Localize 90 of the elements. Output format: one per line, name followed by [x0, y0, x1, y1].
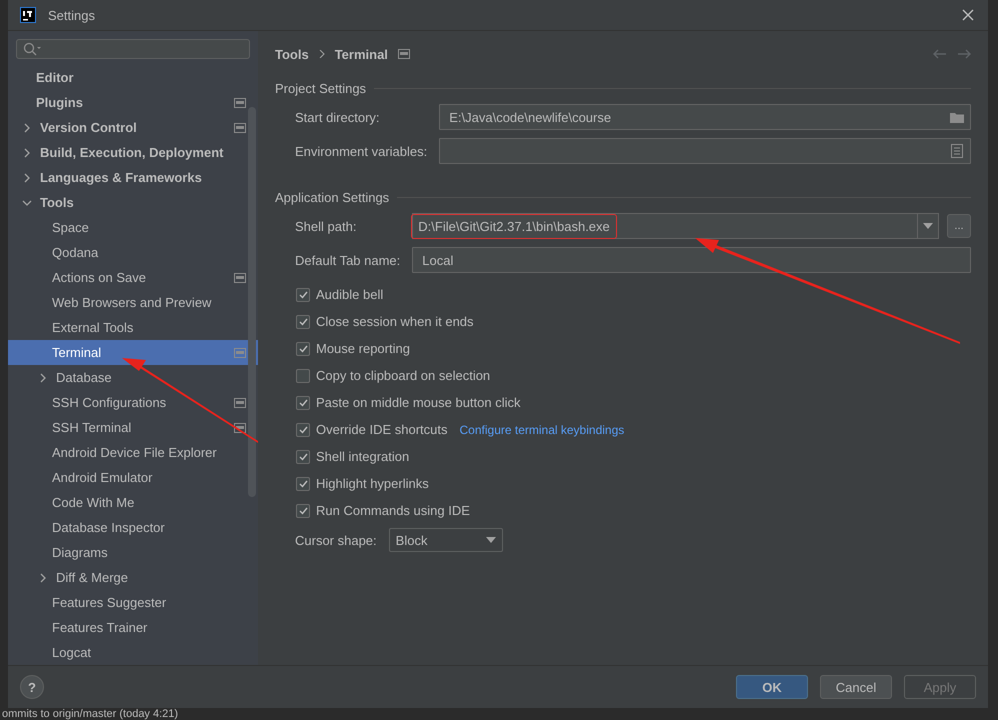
- search-field[interactable]: [16, 39, 250, 59]
- sidebar-item[interactable]: Space: [8, 215, 258, 240]
- dialog-button[interactable]: OK: [736, 675, 808, 699]
- sidebar-item[interactable]: Code With Me: [8, 490, 258, 515]
- sidebar-item[interactable]: Version Control: [8, 115, 258, 140]
- checkbox[interactable]: [296, 396, 310, 410]
- field-label: Start directory:: [295, 110, 381, 124]
- checkbox[interactable]: [296, 288, 310, 302]
- chevron-right-icon[interactable]: [22, 172, 32, 182]
- input-field[interactable]: [439, 138, 971, 164]
- sidebar-item[interactable]: Plugins: [8, 90, 258, 115]
- checkmark-icon: [298, 290, 308, 298]
- checkmark-icon: [298, 344, 308, 352]
- section-title: Project Settings: [275, 81, 366, 96]
- dialog-button[interactable]: Cancel: [820, 675, 892, 699]
- chevron-right-icon[interactable]: [22, 122, 32, 132]
- sidebar-item[interactable]: Features Trainer: [8, 615, 258, 640]
- checkbox[interactable]: [296, 422, 310, 436]
- checkbox-label: Shell integration: [316, 449, 410, 464]
- checkbox-label: Copy to clipboard on selection: [316, 368, 490, 383]
- sidebar-item[interactable]: Languages & Frameworks: [8, 165, 258, 190]
- document-icon[interactable]: [951, 144, 963, 158]
- field-value: E:\Java\code\newlife\course: [449, 110, 612, 124]
- checkbox-label: Audible bell: [316, 287, 384, 302]
- search-icon: [23, 42, 41, 56]
- checkmark-icon: [298, 426, 308, 434]
- chevron-right-icon[interactable]: [22, 148, 32, 158]
- close-icon[interactable]: [962, 9, 974, 21]
- dropdown-arrow-icon[interactable]: [923, 223, 933, 229]
- keybindings-link[interactable]: Configure terminal keybindings: [460, 422, 624, 436]
- input-field[interactable]: E:\Java\code\newlife\course: [439, 104, 971, 130]
- checkbox[interactable]: [296, 314, 310, 328]
- field-value: Local: [422, 252, 454, 268]
- sidebar-item[interactable]: Web Browsers and Preview: [8, 290, 258, 315]
- sidebar-item[interactable]: Terminal: [8, 340, 258, 365]
- field-label: Environment variables:: [295, 144, 428, 158]
- sidebar-item[interactable]: SSH Terminal: [8, 415, 258, 440]
- checkmark-icon: [298, 452, 308, 460]
- checkbox[interactable]: [296, 368, 310, 382]
- status-bar-text: ommits to origin/master (today 4:21): [1, 708, 180, 720]
- dropdown-arrow-icon: [486, 537, 496, 543]
- sidebar-item[interactable]: Logcat: [8, 640, 258, 665]
- browse-button[interactable]: ...: [947, 214, 971, 238]
- input-field[interactable]: Local: [412, 247, 971, 273]
- sidebar-item[interactable]: Diff & Merge: [8, 565, 258, 590]
- sidebar-item[interactable]: Database Inspector: [8, 515, 258, 540]
- chevron-down-icon[interactable]: [22, 198, 32, 208]
- chevron-right-icon[interactable]: [38, 572, 48, 582]
- sidebar-item[interactable]: Database: [8, 365, 258, 390]
- sidebar-item[interactable]: Android Emulator: [8, 465, 258, 490]
- sidebar-item[interactable]: External Tools: [8, 315, 258, 340]
- checkbox-label: Mouse reporting: [316, 341, 410, 356]
- breadcrumb-item: Terminal: [334, 46, 388, 62]
- help-button[interactable]: ?: [20, 675, 44, 699]
- section-title: Application Settings: [275, 190, 390, 205]
- field-label: Default Tab name:: [295, 252, 400, 268]
- folder-icon[interactable]: [949, 110, 965, 124]
- sidebar-item[interactable]: Diagrams: [8, 540, 258, 565]
- checkbox[interactable]: [296, 476, 310, 490]
- window-title: Settings: [48, 8, 96, 22]
- field-label: Cursor shape:: [295, 532, 377, 548]
- checkbox[interactable]: [296, 504, 310, 518]
- sidebar-item[interactable]: Tools: [8, 190, 258, 215]
- sidebar-item[interactable]: Build, Execution, Deployment: [8, 140, 258, 165]
- cursor-shape-select[interactable]: Block: [388, 528, 503, 552]
- checkbox-label: Override IDE shortcuts: [316, 422, 448, 437]
- checkmark-icon: [298, 480, 308, 488]
- checkbox-label: Close session when it ends: [316, 314, 474, 329]
- field-value: D:\File\Git\Git2.37.1\bin\bash.exe: [411, 214, 617, 238]
- checkbox[interactable]: [296, 450, 310, 464]
- chevron-right-icon[interactable]: [38, 372, 48, 382]
- checkmark-icon: [298, 318, 308, 326]
- checkbox[interactable]: [296, 342, 310, 356]
- checkbox-label: Run Commands using IDE: [316, 503, 470, 518]
- scrollbar[interactable]: [248, 107, 256, 497]
- sidebar-item[interactable]: SSH Configurations: [8, 390, 258, 415]
- checkbox-label: Highlight hyperlinks: [316, 476, 429, 491]
- checkmark-icon: [298, 398, 308, 406]
- shell-path-combo[interactable]: D:\File\Git\Git2.37.1\bin\bash.exe: [412, 213, 939, 239]
- field-label: Shell path:: [295, 218, 358, 234]
- chevron-right-icon: [318, 50, 325, 58]
- sidebar-item[interactable]: Qodana: [8, 240, 258, 265]
- sidebar-item[interactable]: Android Device File Explorer: [8, 440, 258, 465]
- checkbox-label: Paste on middle mouse button click: [316, 395, 520, 410]
- sidebar-item[interactable]: Features Suggester: [8, 590, 258, 615]
- sidebar-item[interactable]: Actions on Save: [8, 265, 258, 290]
- sidebar-item[interactable]: Editor: [8, 65, 258, 90]
- app-logo-icon: [20, 7, 36, 23]
- breadcrumb-item: Tools: [275, 46, 309, 62]
- checkmark-icon: [298, 506, 308, 514]
